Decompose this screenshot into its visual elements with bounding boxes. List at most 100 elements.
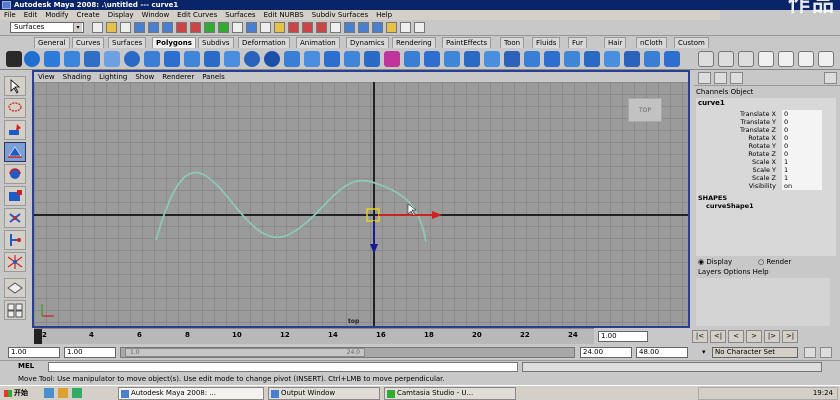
attribute-editor-icon[interactable] [698, 51, 714, 67]
ie-icon[interactable] [44, 388, 54, 398]
nurbs-curve[interactable] [155, 171, 427, 243]
smooth-icon[interactable] [324, 51, 340, 67]
menu-help[interactable]: Help [376, 10, 392, 20]
poly-prism-icon[interactable] [144, 51, 160, 67]
select-object-icon[interactable] [148, 22, 159, 33]
top-viewport[interactable]: TOP top [34, 82, 688, 326]
layout-single-pane[interactable] [4, 278, 26, 298]
chevron-down-icon[interactable]: ▾ [73, 23, 82, 32]
step-forward-key-button[interactable]: |> [764, 330, 780, 343]
snap-point-icon[interactable] [316, 22, 327, 33]
step-back-key-button[interactable]: <| [710, 330, 726, 343]
attr-row[interactable]: Scale X 1 [696, 158, 836, 166]
attr-value[interactable]: 0 [782, 150, 822, 158]
render-mask-icon[interactable] [260, 22, 271, 33]
attr-value[interactable]: 0 [782, 126, 822, 134]
layer-editor-icon[interactable] [714, 72, 727, 84]
tab-rendering[interactable]: Rendering [392, 37, 436, 48]
extract-icon[interactable] [304, 51, 320, 67]
move-tool[interactable] [4, 142, 26, 162]
planar-mapping-icon[interactable] [664, 51, 680, 67]
channel-box-toggle-icon[interactable] [738, 51, 754, 67]
attr-value[interactable]: 0 [782, 142, 822, 150]
extrude-icon[interactable] [384, 51, 400, 67]
open-scene-icon[interactable] [106, 22, 117, 33]
menu-set-dropdown[interactable]: Surfaces ▾ [10, 22, 84, 33]
tab-deformation[interactable]: Deformation [238, 37, 290, 48]
attr-row[interactable]: Translate X 0 [696, 110, 836, 118]
menu-channels[interactable]: Channels [696, 88, 728, 96]
close-icon[interactable] [824, 72, 837, 84]
collapse-icon[interactable] [544, 51, 560, 67]
lasso-tool[interactable] [4, 98, 26, 118]
menu-modify[interactable]: Modify [45, 10, 68, 20]
move-manip-x-arrow[interactable] [432, 211, 442, 219]
quadrangulate-icon[interactable] [624, 51, 640, 67]
bridge-icon[interactable] [404, 51, 420, 67]
menu-window[interactable]: Window [142, 10, 170, 20]
taskbar-button-output[interactable]: Output Window [268, 387, 380, 400]
menu-options[interactable]: Options [723, 268, 750, 276]
scale-tool[interactable] [4, 186, 26, 206]
select-component-icon[interactable] [162, 22, 173, 33]
animation-end-field[interactable]: 48.00 [636, 347, 688, 358]
menu-edit-nurbs[interactable]: Edit NURBS [264, 10, 304, 20]
triangulate-icon[interactable] [604, 51, 620, 67]
checker-icon-2[interactable] [778, 51, 794, 67]
command-input[interactable] [48, 362, 518, 372]
panel-menu-shading[interactable]: Shading [63, 72, 91, 82]
split-polygon-icon[interactable] [464, 51, 480, 67]
shelf-menu-icon[interactable] [6, 51, 22, 67]
misc-mask-icon[interactable] [274, 22, 285, 33]
tab-fur[interactable]: Fur [568, 37, 587, 48]
attr-row[interactable]: Visibility on [696, 182, 836, 190]
time-slider[interactable]: 2 4 6 8 10 12 14 16 18 20 22 24 [34, 328, 594, 344]
poly-cylinder-icon[interactable] [64, 51, 80, 67]
tab-painteffects[interactable]: PaintEffects [442, 37, 492, 48]
tab-custom[interactable]: Custom [674, 37, 709, 48]
attr-row[interactable]: Translate Y 0 [696, 118, 836, 126]
attr-row[interactable]: Rotate Y 0 [696, 142, 836, 150]
poly-cone-icon[interactable] [84, 51, 100, 67]
playback-end-field[interactable]: 24.00 [580, 347, 632, 358]
attr-value[interactable]: 0 [782, 110, 822, 118]
deform-mask-icon[interactable] [232, 22, 243, 33]
offset-edge-loop-icon[interactable] [504, 51, 520, 67]
history-icon[interactable] [344, 22, 355, 33]
poly-sphere-icon[interactable] [24, 51, 40, 67]
append-polygon-icon[interactable] [424, 51, 440, 67]
tab-subdivs[interactable]: Subdivs [198, 37, 234, 48]
surface-mask-icon[interactable] [218, 22, 229, 33]
folder-icon[interactable] [58, 388, 68, 398]
menu-surfaces[interactable]: Surfaces [225, 10, 255, 20]
taskbar-button-maya[interactable]: Autodesk Maya 2008: ... [118, 387, 264, 400]
checker-icon-4[interactable] [818, 51, 834, 67]
attr-row[interactable]: Rotate Z 0 [696, 150, 836, 158]
rotate-tool[interactable] [4, 164, 26, 184]
object-name[interactable]: curve1 [698, 99, 725, 107]
panel-menu-lighting[interactable]: Lighting [99, 72, 127, 82]
mirror-icon[interactable] [364, 51, 380, 67]
radio-display[interactable]: ◉ Display [698, 258, 732, 266]
poly-torus-icon[interactable] [124, 51, 140, 67]
save-scene-icon[interactable] [120, 22, 131, 33]
menu-create[interactable]: Create [76, 10, 99, 20]
poly-platonic-icon[interactable] [244, 51, 260, 67]
playback-start-field[interactable]: 1.00 [64, 347, 116, 358]
layout-four-pane[interactable] [4, 300, 26, 320]
clock[interactable]: 19:24 [813, 389, 833, 397]
tab-animation[interactable]: Animation [296, 37, 340, 48]
character-set-field[interactable]: No Character Set [712, 347, 798, 358]
attr-row[interactable]: Translate Z 0 [696, 126, 836, 134]
anim-prefs-icon[interactable] [820, 347, 832, 358]
attr-value[interactable]: on [782, 182, 822, 190]
select-tool[interactable] [4, 76, 26, 96]
menu-subdiv-surfaces[interactable]: Subdiv Surfaces [312, 10, 368, 20]
poly-pyramid-icon[interactable] [164, 51, 180, 67]
go-to-end-button[interactable]: >| [782, 330, 798, 343]
play-backwards-button[interactable]: < [728, 330, 744, 343]
checker-icon[interactable] [758, 51, 774, 67]
shape-name[interactable]: curveShape1 [706, 202, 754, 210]
menu-file[interactable]: File [4, 10, 16, 20]
go-to-start-button[interactable]: |< [692, 330, 708, 343]
